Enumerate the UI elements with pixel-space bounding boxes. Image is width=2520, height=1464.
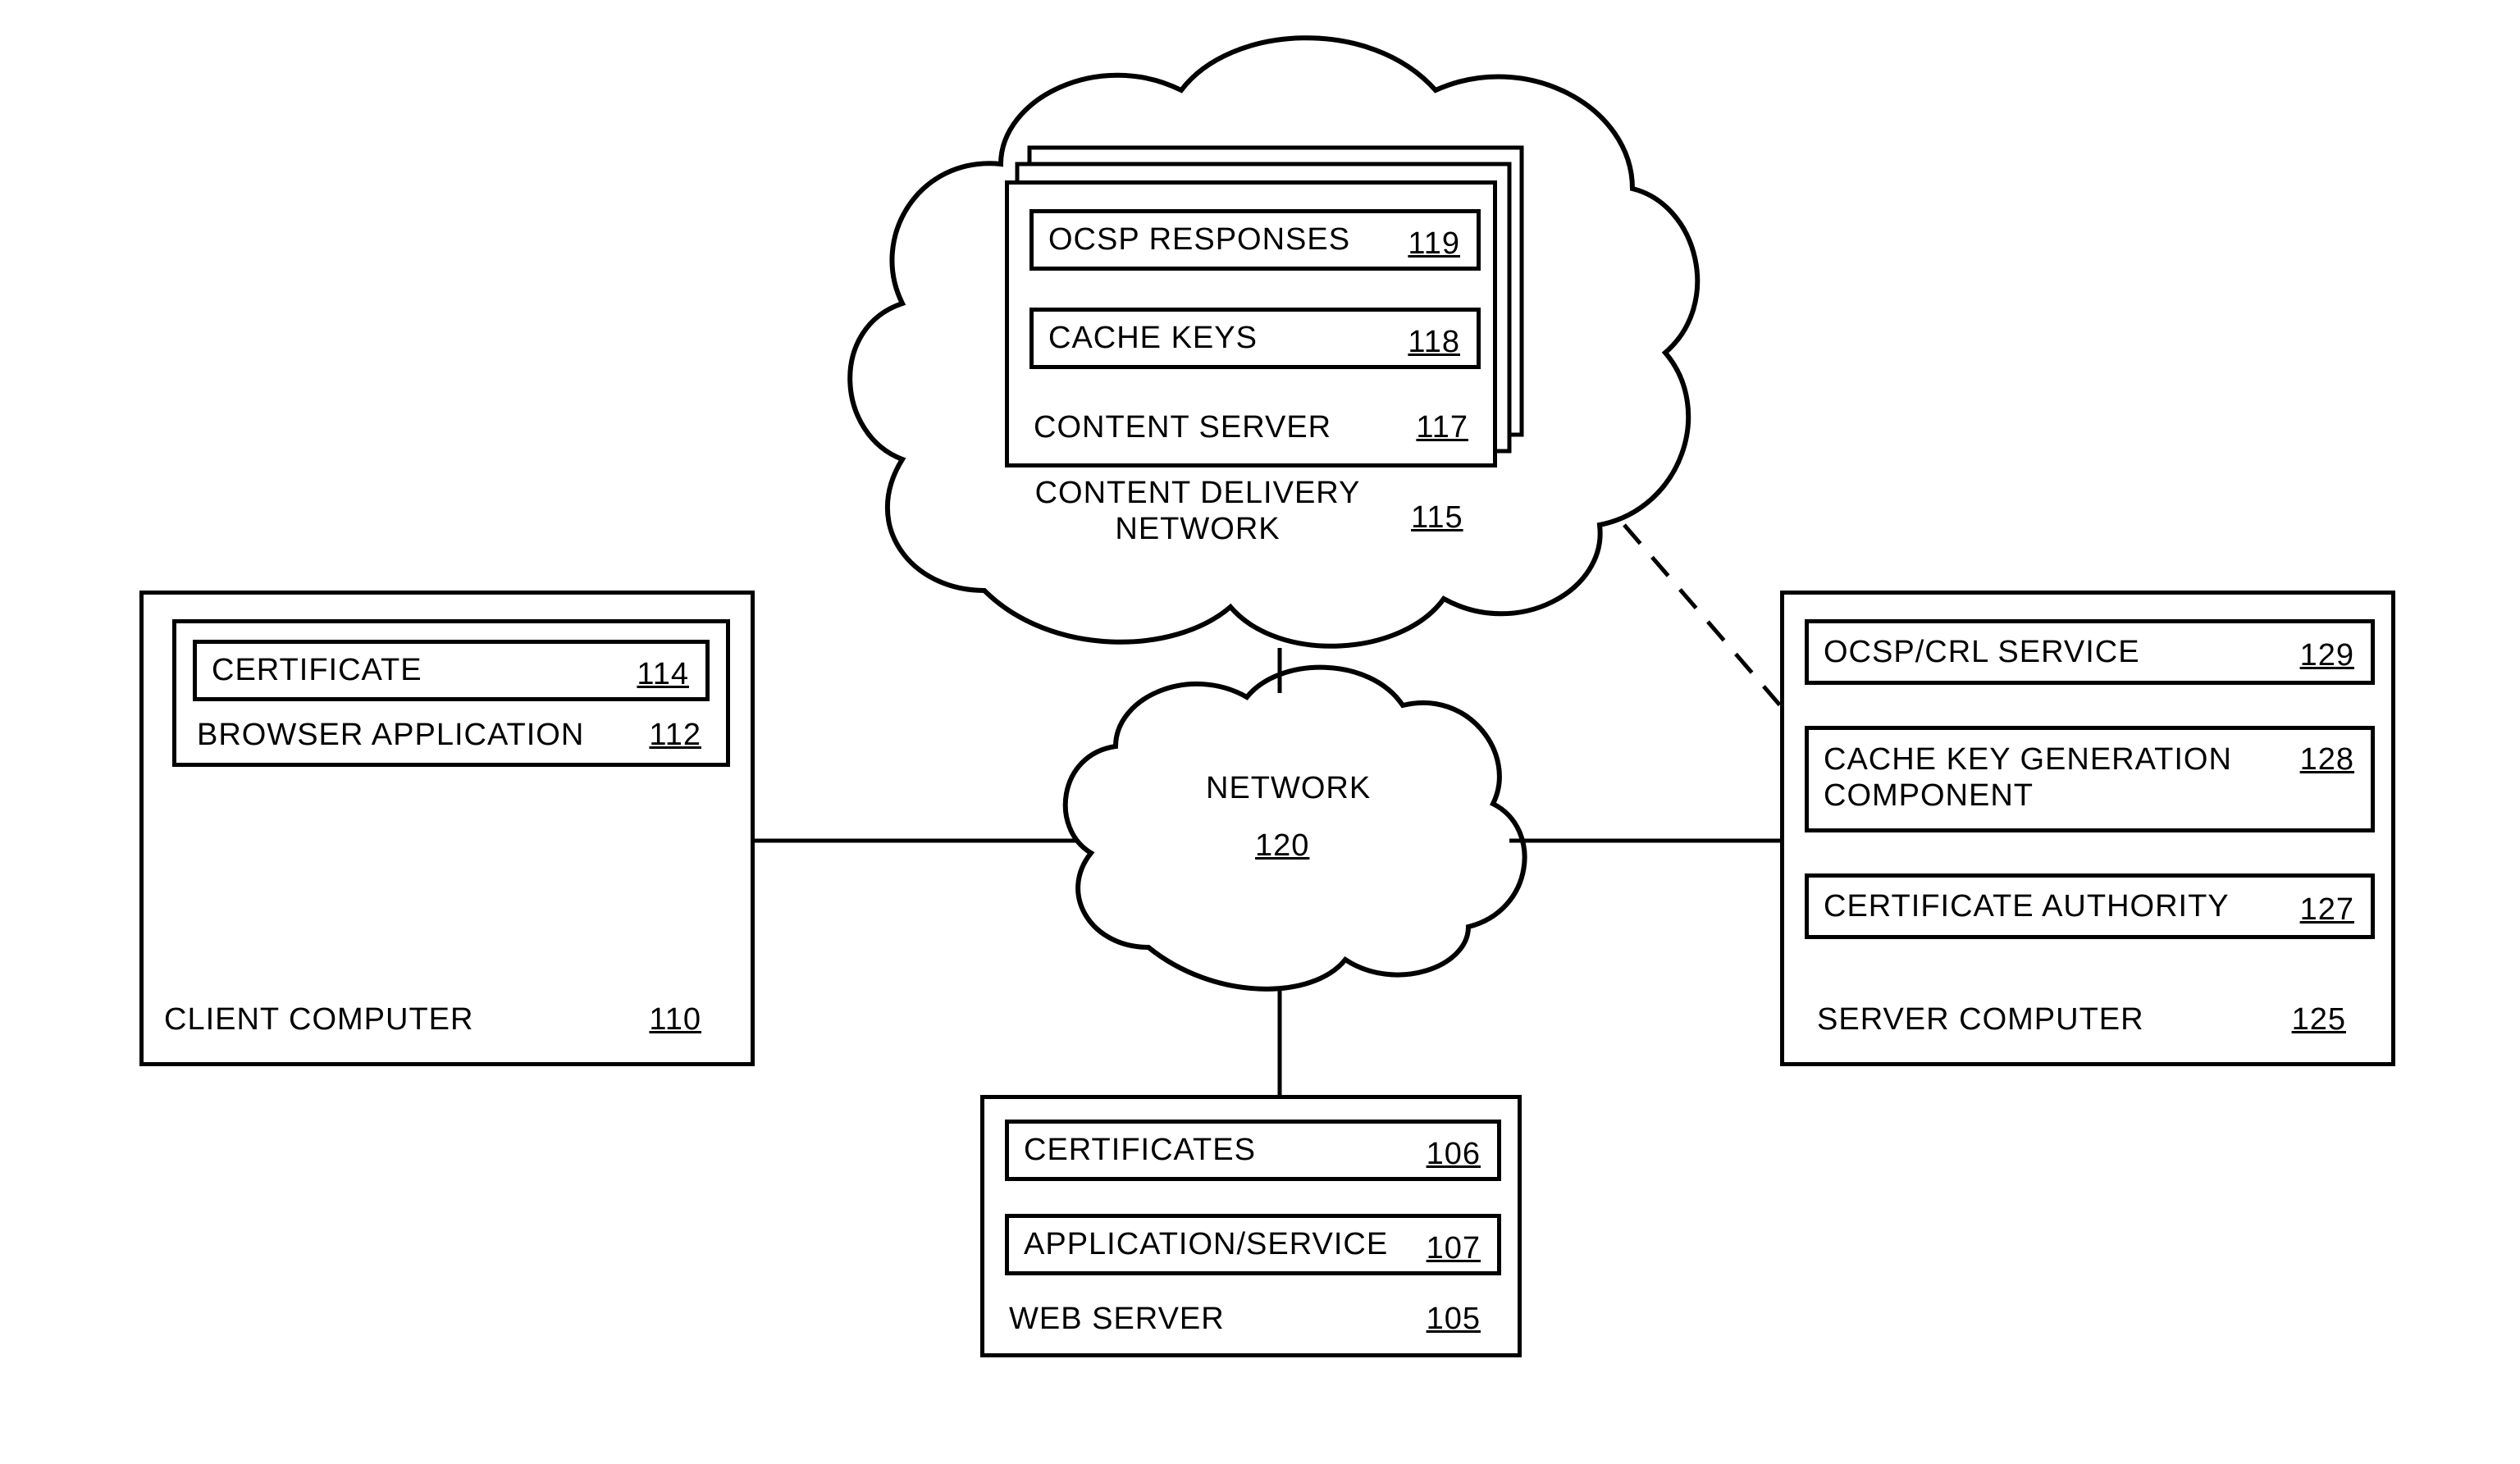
web-server-title: WEB SERVER [1009,1302,1225,1337]
network-ref: 120 [1255,828,1309,864]
line-cdn-server-dashed [1624,525,1780,705]
browser-application-ref: 112 [649,718,701,753]
certificate-authority-box: CERTIFICATE AUTHORITY 127 [1805,873,2375,939]
certificate-label: CERTIFICATE [212,653,422,688]
client-computer-ref: 110 [649,1002,701,1038]
server-computer-title: SERVER COMPUTER [1817,1002,2144,1038]
certificate-authority-ref: 127 [2300,892,2354,928]
ocsp-responses-box: OCSP RESPONSES 119 [1029,209,1481,271]
application-service-label: APPLICATION/SERVICE [1024,1227,1388,1262]
content-server-label: CONTENT SERVER [1034,410,1331,445]
ocsp-responses-ref: 119 [1408,226,1460,262]
web-server-ref: 105 [1427,1302,1481,1337]
cache-keys-ref: 118 [1408,325,1460,360]
cache-key-generation-ref: 128 [2300,742,2354,778]
certificate-authority-label: CERTIFICATE AUTHORITY [1824,889,2230,924]
browser-application-label: BROWSER APPLICATION [197,718,584,753]
ocsp-responses-label: OCSP RESPONSES [1048,222,1350,258]
cache-keys-box: CACHE KEYS 118 [1029,308,1481,369]
cdn-title: CONTENT DELIVERY NETWORK [1021,476,1374,547]
server-computer-ref: 125 [2292,1002,2346,1038]
network-title: NETWORK [1206,771,1371,806]
certificate-box: CERTIFICATE 114 [193,640,710,701]
certificates-ref: 106 [1427,1137,1481,1172]
content-server-ref: 117 [1416,410,1468,445]
web-server-box: CERTIFICATES 106 APPLICATION/SERVICE 107… [980,1095,1522,1357]
application-service-ref: 107 [1427,1231,1481,1266]
cdn-ref: 115 [1411,500,1463,536]
ocsp-crl-service-box: OCSP/CRL SERVICE 129 [1805,619,2375,685]
ocsp-crl-service-ref: 129 [2300,638,2354,673]
browser-application-box: CERTIFICATE 114 BROWSER APPLICATION 112 [172,619,730,767]
content-server-box: OCSP RESPONSES 119 CACHE KEYS 118 CONTEN… [1005,180,1497,467]
certificates-label: CERTIFICATES [1024,1133,1256,1168]
application-service-box: APPLICATION/SERVICE 107 [1005,1214,1501,1275]
cache-keys-label: CACHE KEYS [1048,321,1258,356]
client-computer-box: CERTIFICATE 114 BROWSER APPLICATION 112 … [139,591,755,1066]
ocsp-crl-service-label: OCSP/CRL SERVICE [1824,635,2140,670]
server-computer-box: OCSP/CRL SERVICE 129 CACHE KEY GENERATIO… [1780,591,2395,1066]
cache-key-generation-box: CACHE KEY GENERATION COMPONENT 128 [1805,726,2375,832]
cache-key-generation-label: CACHE KEY GENERATION COMPONENT [1824,742,2283,814]
certificate-ref: 114 [637,657,689,692]
certificates-box: CERTIFICATES 106 [1005,1120,1501,1181]
client-computer-title: CLIENT COMPUTER [164,1002,473,1038]
